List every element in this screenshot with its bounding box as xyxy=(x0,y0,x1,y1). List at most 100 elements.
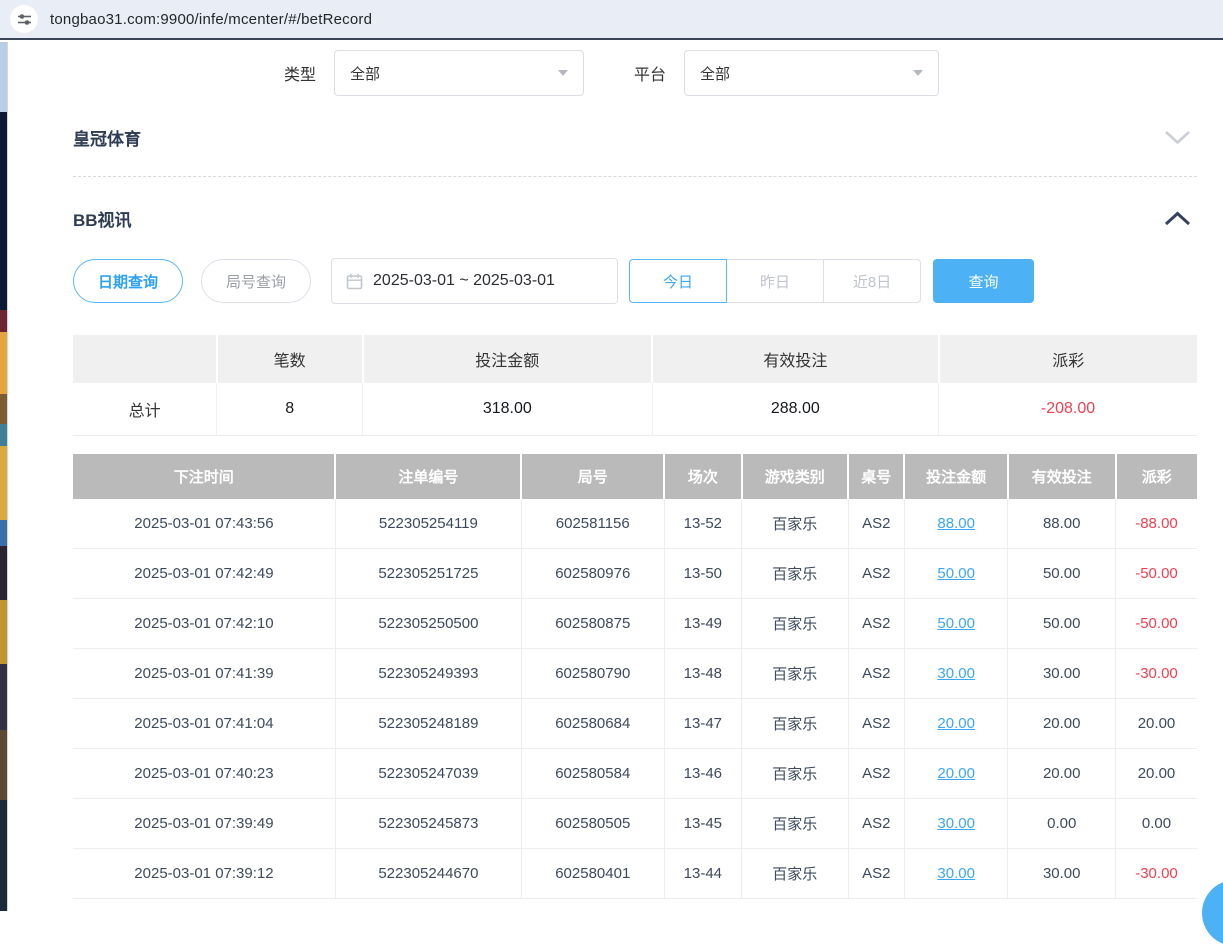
col-table-no: 桌号 xyxy=(848,454,904,499)
search-button[interactable]: 查询 xyxy=(933,259,1034,303)
game-type: 百家乐 xyxy=(742,599,849,649)
table-no: AS2 xyxy=(848,649,904,699)
session: 13-46 xyxy=(664,749,741,799)
type-filter-label: 类型 xyxy=(284,61,316,85)
type-select-value: 全部 xyxy=(350,63,380,84)
payout: 20.00 xyxy=(1116,699,1198,749)
valid-bet: 50.00 xyxy=(1008,549,1116,599)
section-divider xyxy=(73,176,1197,177)
order-no: 522305245873 xyxy=(335,799,521,849)
col-valid-bet: 有效投注 xyxy=(1008,454,1116,499)
table-no: AS2 xyxy=(848,499,904,549)
col-session: 场次 xyxy=(664,454,741,499)
bet-time: 2025-03-01 07:41:04 xyxy=(73,699,335,749)
filter-row: 类型 全部 平台 全部 xyxy=(284,49,1197,97)
bet-time: 2025-03-01 07:42:10 xyxy=(73,599,335,649)
summary-col-empty xyxy=(73,335,217,383)
table-no: AS2 xyxy=(848,699,904,749)
today-button[interactable]: 今日 xyxy=(629,259,727,303)
order-no: 522305248189 xyxy=(335,699,521,749)
table-no: AS2 xyxy=(848,549,904,599)
order-no: 522305244670 xyxy=(335,849,521,899)
payout: -50.00 xyxy=(1116,599,1198,649)
round-no: 602580875 xyxy=(521,599,664,649)
session: 13-45 xyxy=(664,799,741,849)
table-no: AS2 xyxy=(848,749,904,799)
game-type: 百家乐 xyxy=(742,749,849,799)
valid-bet: 20.00 xyxy=(1008,749,1116,799)
game-type: 百家乐 xyxy=(742,699,849,749)
table-row: 2025-03-01 07:39:12 522305244670 6025804… xyxy=(73,849,1197,899)
calendar-icon xyxy=(346,273,363,290)
bet-time: 2025-03-01 07:41:39 xyxy=(73,649,335,699)
type-select[interactable]: 全部 xyxy=(334,50,584,96)
summary-col-valid-bet: 有效投注 xyxy=(652,335,939,383)
section-bb[interactable]: BB视讯 xyxy=(73,201,1197,235)
bet-time: 2025-03-01 07:40:23 xyxy=(73,749,335,799)
col-round-no: 局号 xyxy=(521,454,664,499)
browser-address-bar[interactable]: tongbao31.com:9900/infe/mcenter/#/betRec… xyxy=(0,0,1223,40)
table-header-row: 下注时间 注单编号 局号 场次 游戏类别 桌号 投注金额 有效投注 派彩 xyxy=(73,454,1197,499)
round-no: 602580790 xyxy=(521,649,664,699)
round-no: 602580976 xyxy=(521,549,664,599)
payout: -30.00 xyxy=(1116,649,1198,699)
platform-filter-label: 平台 xyxy=(634,61,666,85)
bet-amount-link[interactable]: 88.00 xyxy=(937,515,975,532)
summary-table: 笔数 投注金额 有效投注 派彩 总计 8 318.00 288.00 -208.… xyxy=(73,335,1197,436)
payout: 20.00 xyxy=(1116,749,1198,799)
table-row: 2025-03-01 07:43:56 522305254119 6025811… xyxy=(73,499,1197,549)
bet-amount-link[interactable]: 50.00 xyxy=(937,565,975,582)
valid-bet: 20.00 xyxy=(1008,699,1116,749)
site-info-icon[interactable] xyxy=(10,5,38,33)
select-caret-icon xyxy=(913,70,923,76)
payout: -50.00 xyxy=(1116,549,1198,599)
table-no: AS2 xyxy=(848,599,904,649)
section-sports-title: 皇冠体育 xyxy=(73,125,141,150)
platform-select[interactable]: 全部 xyxy=(684,50,939,96)
payout: 0.00 xyxy=(1116,799,1198,849)
order-no: 522305249393 xyxy=(335,649,521,699)
order-no: 522305254119 xyxy=(335,499,521,549)
game-type: 百家乐 xyxy=(742,499,849,549)
valid-bet: 50.00 xyxy=(1008,599,1116,649)
summary-col-bet-amount: 投注金额 xyxy=(363,335,653,383)
summary-valid-bet-value: 288.00 xyxy=(652,383,939,436)
table-row: 2025-03-01 07:41:39 522305249393 6025807… xyxy=(73,649,1197,699)
chevron-down-icon[interactable] xyxy=(1158,128,1197,147)
summary-col-payout: 派彩 xyxy=(939,335,1197,383)
table-row: 2025-03-01 07:42:49 522305251725 6025809… xyxy=(73,549,1197,599)
table-row: 2025-03-01 07:39:49 522305245873 6025805… xyxy=(73,799,1197,849)
bet-record-panel: 类型 全部 平台 全部 皇冠体育 BB视讯 日期查询 局号查询 xyxy=(7,42,1223,911)
round-query-tab[interactable]: 局号查询 xyxy=(201,259,311,303)
bet-amount-link[interactable]: 50.00 xyxy=(937,615,975,632)
section-sports[interactable]: 皇冠体育 xyxy=(73,119,1197,155)
table-no: AS2 xyxy=(848,849,904,899)
platform-select-value: 全部 xyxy=(700,63,730,84)
yesterday-button[interactable]: 昨日 xyxy=(726,259,824,303)
last8days-button[interactable]: 近8日 xyxy=(823,259,921,303)
bet-amount-link[interactable]: 30.00 xyxy=(937,815,975,832)
summary-header-row: 笔数 投注金额 有效投注 派彩 xyxy=(73,335,1197,383)
bet-amount-link[interactable]: 30.00 xyxy=(937,865,975,882)
bet-amount-link[interactable]: 20.00 xyxy=(937,715,975,732)
chevron-up-icon[interactable] xyxy=(1158,209,1197,228)
game-type: 百家乐 xyxy=(742,799,849,849)
bet-time: 2025-03-01 07:39:49 xyxy=(73,799,335,849)
valid-bet: 88.00 xyxy=(1008,499,1116,549)
col-game-type: 游戏类别 xyxy=(742,454,849,499)
summary-payout-value: -208.00 xyxy=(939,383,1197,436)
bet-amount-link[interactable]: 20.00 xyxy=(937,765,975,782)
summary-col-count: 笔数 xyxy=(217,335,363,383)
date-query-tab[interactable]: 日期查询 xyxy=(73,259,183,303)
payout: -30.00 xyxy=(1116,849,1198,899)
section-bb-title: BB视讯 xyxy=(73,206,132,231)
col-order-no: 注单编号 xyxy=(335,454,521,499)
date-range-input[interactable]: 2025-03-01 ~ 2025-03-01 xyxy=(331,258,618,304)
table-row: 2025-03-01 07:41:04 522305248189 6025806… xyxy=(73,699,1197,749)
bet-record-table: 下注时间 注单编号 局号 场次 游戏类别 桌号 投注金额 有效投注 派彩 202… xyxy=(73,454,1197,899)
bet-time: 2025-03-01 07:42:49 xyxy=(73,549,335,599)
select-caret-icon xyxy=(558,70,568,76)
date-range-value: 2025-03-01 ~ 2025-03-01 xyxy=(373,272,555,290)
bet-amount-link[interactable]: 30.00 xyxy=(937,665,975,682)
table-row: 2025-03-01 07:42:10 522305250500 6025808… xyxy=(73,599,1197,649)
